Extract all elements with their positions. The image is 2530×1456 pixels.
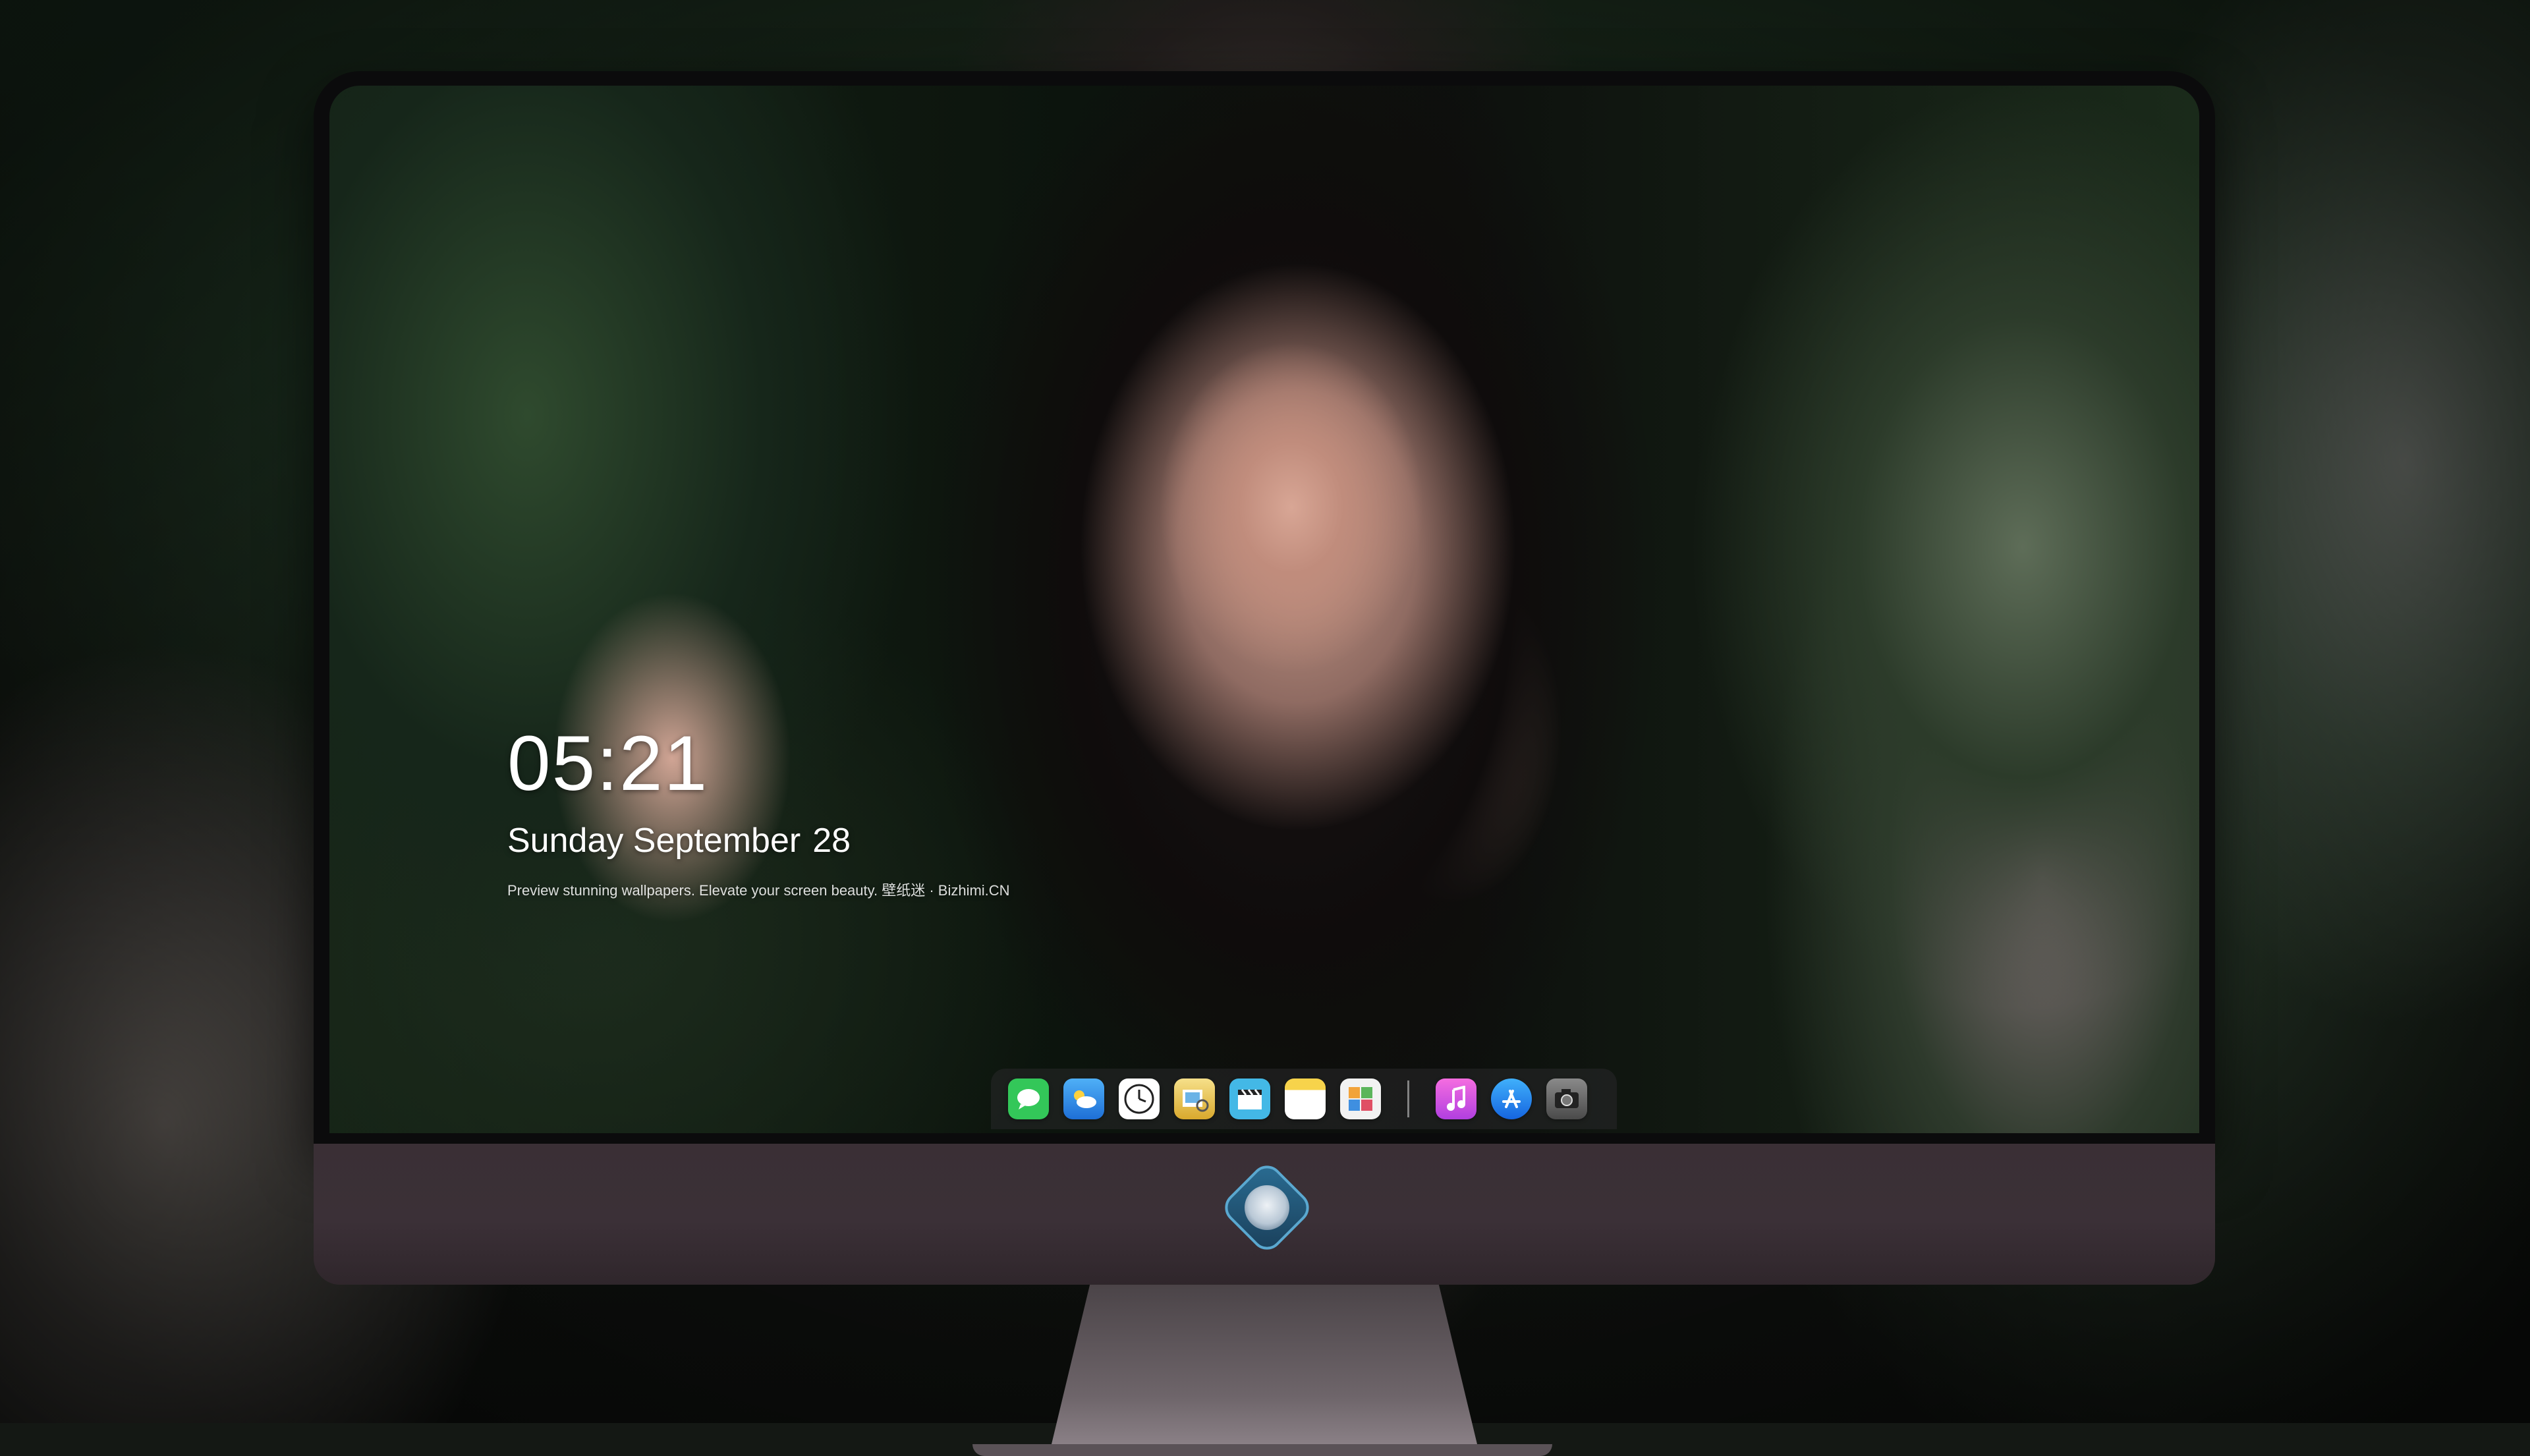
music-note-icon[interactable] [1436,1078,1476,1119]
display-bezel: 05:21 Sunday September 28 Preview stunnin… [314,71,2215,1144]
weather-icon[interactable] [1063,1078,1104,1119]
monitor-stand-base [972,1444,1552,1456]
dock-separator [1407,1080,1409,1117]
weekday-month: Sunday September [507,822,801,860]
wallpaper-tagline: Preview stunning wallpapers. Elevate you… [507,882,1010,899]
mascot-icon [1245,1185,1289,1230]
photos-icon[interactable] [1340,1078,1381,1119]
camera-icon[interactable] [1546,1078,1587,1119]
clapperboard-icon[interactable] [1229,1078,1270,1119]
notes-icon[interactable] [1285,1078,1326,1119]
wallpaper-screen: 05:21 Sunday September 28 Preview stunnin… [329,86,2199,1133]
clock-time: 05:21 [507,720,709,807]
monitor-stand [1052,1285,1477,1444]
messages-icon[interactable] [1008,1078,1049,1119]
brand-logo [1218,1159,1316,1256]
day-of-month: 28 [812,822,851,860]
app-store-icon[interactable] [1491,1078,1532,1119]
dock [991,1069,1617,1129]
imac-mockup: 05:21 Sunday September 28 Preview stunnin… [314,71,2215,1456]
lock-screen-info: 05:21 Sunday September 28 Preview stunnin… [507,725,1010,900]
preview-icon[interactable] [1174,1078,1215,1119]
clock-icon[interactable] [1119,1078,1160,1119]
date-line: Sunday September 28 [507,821,1010,860]
display-chin [314,1144,2215,1285]
